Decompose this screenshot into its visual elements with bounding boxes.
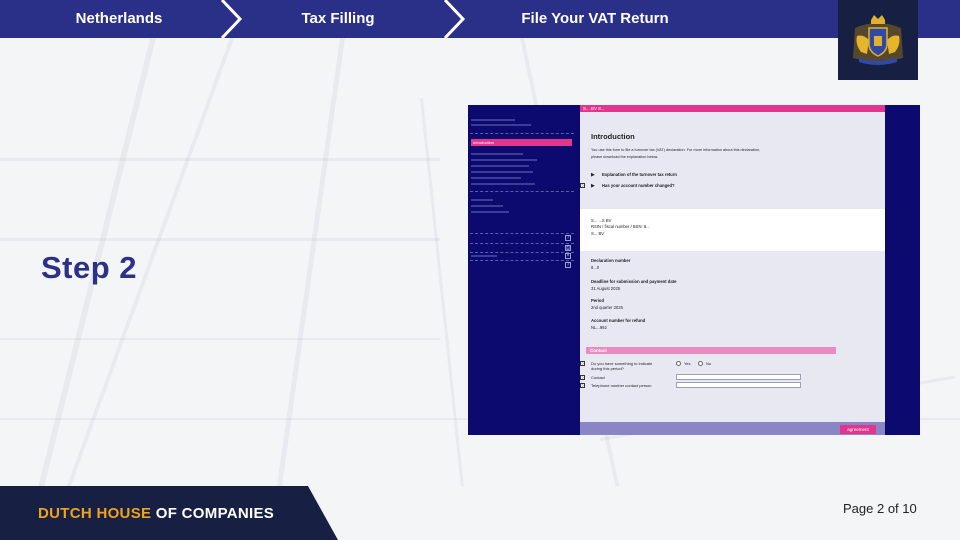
explanation-link[interactable]: Explanation of the turnover tax return xyxy=(602,172,677,177)
top-breadcrumb-bar: Netherlands Tax Filling File Your VAT Re… xyxy=(0,0,960,38)
breadcrumb-tax-filling[interactable]: Tax Filling xyxy=(238,0,438,38)
sidebar-item-introduction[interactable]: Introduction xyxy=(471,139,572,146)
company-info-panel: S... ...S BV RSIN / fiscal number / BSN:… xyxy=(580,209,885,251)
radio-no[interactable] xyxy=(698,361,703,366)
brand-name: DUTCH HOUSE OF COMPANIES xyxy=(38,505,274,522)
contact-input[interactable] xyxy=(676,374,801,380)
help-icon[interactable]: ? xyxy=(580,375,585,380)
radio-yes-label: Yes xyxy=(684,361,691,366)
brand-name-white: OF COMPANIES xyxy=(151,505,275,522)
help-icon[interactable]: ? xyxy=(565,235,571,241)
coat-of-arms-logo xyxy=(838,0,918,80)
help-icon[interactable]: ? xyxy=(565,262,571,268)
phone-label: Telephone number contact person xyxy=(591,383,652,388)
company-name: S... ...S BV xyxy=(591,218,612,223)
breadcrumb-netherlands[interactable]: Netherlands xyxy=(0,0,238,38)
print-icon[interactable]: ⎙ xyxy=(565,245,571,251)
contact-label: Contact xyxy=(591,375,605,380)
close-icon[interactable]: × xyxy=(565,253,571,259)
brand-name-orange: DUTCH HOUSE xyxy=(38,505,152,522)
step-heading: Step 2 xyxy=(41,250,138,285)
declaration-label: Declaration number xyxy=(591,258,631,263)
triangle-icon: ▶ xyxy=(591,172,595,178)
breadcrumb-file-vat-return[interactable]: File Your VAT Return xyxy=(470,0,720,38)
phone-input[interactable] xyxy=(676,382,801,388)
refund-label: Account number for refund xyxy=(591,318,646,323)
contact-header-label: Contact xyxy=(590,348,607,353)
intro-text-1: You use this form to file a turnover tax… xyxy=(591,148,761,152)
period-value: 2nd quarter 2025 xyxy=(591,305,623,310)
help-icon[interactable]: ? xyxy=(580,383,585,388)
company-line: S... BV 8... xyxy=(583,106,605,111)
dutch-coat-of-arms-icon xyxy=(853,15,903,65)
intro-title: Introduction xyxy=(591,132,635,141)
form-sidebar: Introduction ? ⎙ × ? xyxy=(468,105,580,435)
help-icon[interactable]: ? xyxy=(580,361,585,366)
company-header-bar: S... BV 8... xyxy=(580,105,885,112)
rsin-line: RSIN / fiscal number / BSN: 8... xyxy=(591,224,650,229)
declaration-value: 8...0 xyxy=(591,265,600,270)
chevron-right-icon xyxy=(443,0,466,38)
company-name-2: S... BV xyxy=(591,231,605,236)
radio-yes[interactable] xyxy=(676,361,681,366)
form-main: S... BV 8... Introduction You use this f… xyxy=(580,105,885,435)
help-icon[interactable]: ? xyxy=(580,183,585,188)
period-label: Period xyxy=(591,298,605,303)
account-changed-link[interactable]: Has your account number changed? xyxy=(602,183,675,188)
triangle-icon: ▶ xyxy=(591,183,595,189)
deadline-label: Deadline for submission and payment date xyxy=(591,279,677,284)
agreement-button[interactable]: agreement xyxy=(840,425,876,434)
radio-no-label: No xyxy=(706,361,712,366)
deadline-value: 31 August 2025 xyxy=(591,286,621,291)
vat-form-screenshot: Introduction ? ⎙ × ? S... BV 8... Introd… xyxy=(468,105,920,435)
contact-section-header: Contact xyxy=(586,347,836,354)
intro-text-2: please download the explanation below. xyxy=(591,155,659,159)
page-indicator: Page 2 of 10 xyxy=(843,501,917,516)
right-panel xyxy=(885,105,920,435)
indicate-question-line-2: during this period? xyxy=(591,366,624,371)
refund-value: NL...992 xyxy=(591,325,607,330)
